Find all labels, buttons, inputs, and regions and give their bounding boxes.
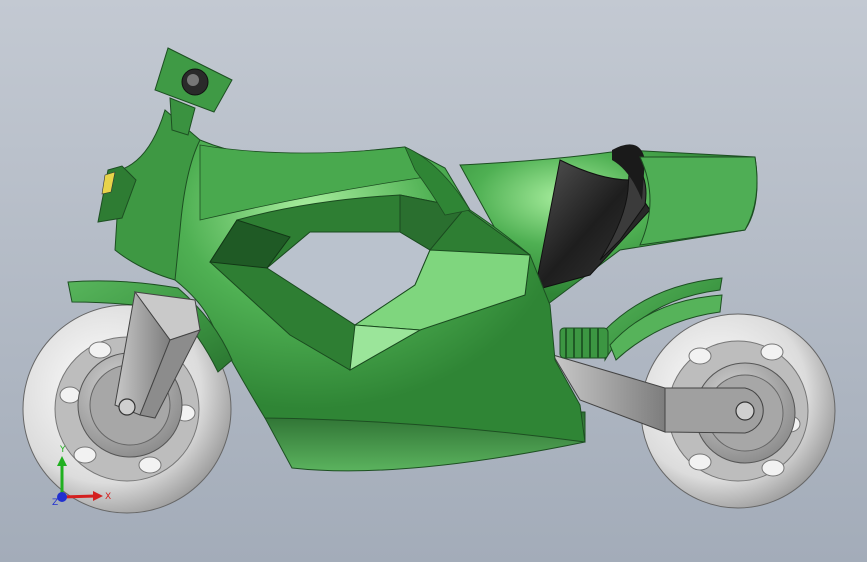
z-axis-dot-icon xyxy=(57,492,67,502)
rear-spring xyxy=(559,327,609,359)
x-axis-line xyxy=(61,494,97,499)
y-axis-label: Y xyxy=(59,445,66,455)
graphics-viewport[interactable]: Y X Z xyxy=(0,0,867,562)
z-axis-label: Z xyxy=(52,498,58,508)
model-canvas[interactable]: Y X Z xyxy=(0,0,867,562)
x-axis-label: X xyxy=(105,492,111,502)
